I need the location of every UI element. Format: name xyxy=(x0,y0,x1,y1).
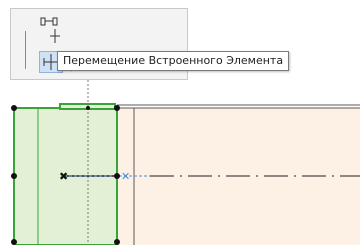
palette-separator xyxy=(25,31,26,69)
tooltip: Перемещение Встроенного Элемента xyxy=(57,51,290,71)
hotspot-top-right[interactable] xyxy=(114,105,120,111)
snap-point-marker: ✕ xyxy=(121,170,130,183)
hotspot-bottom-left[interactable] xyxy=(11,239,17,245)
hotspot-top-left[interactable] xyxy=(11,105,17,111)
hotspot-bottom-right[interactable] xyxy=(114,239,120,245)
hotspot-middle-right[interactable] xyxy=(114,173,120,179)
hotspot-middle-left[interactable] xyxy=(11,173,17,179)
offset-move-icon[interactable] xyxy=(39,13,61,47)
move-cursor-icon: ✖ xyxy=(59,170,68,183)
hotspot-top-tab[interactable] xyxy=(86,106,90,110)
